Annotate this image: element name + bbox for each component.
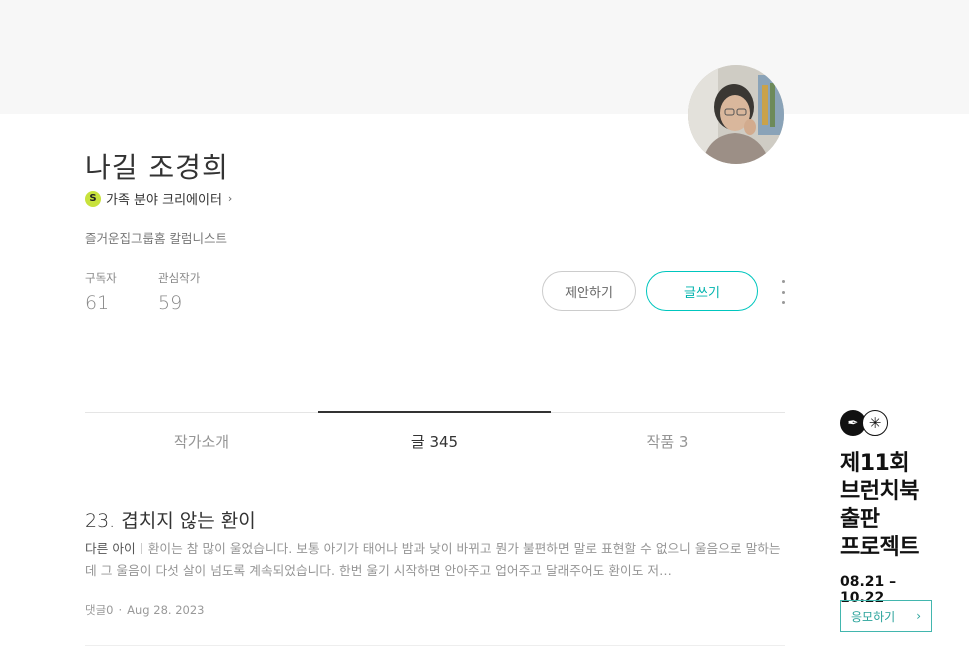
avatar[interactable]	[688, 65, 784, 164]
post-excerpt-text: 환이는 참 많이 울었습니다. 보통 아기가 태어나 밤과 낮이 바뀌고 뭔가 …	[85, 541, 781, 578]
post-title[interactable]: 23. 겹치지 않는 환이	[85, 506, 256, 533]
tab-author-intro[interactable]: 작가소개	[85, 431, 318, 452]
post-meta: 댓글0 · Aug 28. 2023	[85, 602, 204, 618]
write-button[interactable]: 글쓰기	[646, 271, 758, 311]
cover-background	[0, 0, 969, 114]
chevron-right-icon: ›	[227, 192, 233, 205]
meta-dot: ·	[118, 603, 123, 617]
propose-button[interactable]: 제안하기	[542, 271, 636, 311]
more-options-icon[interactable]	[776, 280, 790, 304]
author-name: 나길 조경희	[85, 151, 229, 184]
brunchbook-banner[interactable]: ✒ ✳ 제11회 브런치북 출판 프로젝트 08.21 – 10.22 응모하기…	[840, 410, 940, 650]
post-excerpt[interactable]: 다른 아이 환이는 참 많이 울었습니다. 보통 아기가 태어나 밤과 낮이 바뀌…	[85, 538, 785, 582]
tab-works[interactable]: 작품 3	[551, 431, 784, 452]
brunch-logo: ✒ ✳	[840, 410, 940, 436]
tag-divider	[140, 543, 142, 554]
sparkle-icon: ✳	[862, 410, 888, 436]
post-comments: 댓글0	[85, 603, 114, 617]
post-divider	[85, 645, 785, 646]
creator-badge-link[interactable]: S 가족 분야 크리에이터 ›	[85, 189, 232, 208]
author-bio: 즐거운집그룹홈 칼럼니스트	[85, 231, 227, 246]
following-stat[interactable]: 관심작가 59	[158, 270, 200, 314]
post-magazine-tag[interactable]: 다른 아이	[85, 541, 136, 556]
active-tab-indicator	[318, 411, 551, 413]
creator-label: 가족 분야 크리에이터	[106, 193, 222, 208]
subscriber-label: 구독자	[85, 271, 117, 285]
chevron-right-icon: ›	[916, 609, 921, 623]
apply-label: 응모하기	[851, 609, 896, 624]
subscriber-stat[interactable]: 구독자 61	[85, 270, 117, 314]
s-badge-icon: S	[85, 190, 101, 207]
following-count: 59	[158, 292, 183, 314]
banner-headline: 제11회 브런치북 출판 프로젝트	[840, 451, 919, 560]
following-label: 관심작가	[158, 271, 201, 285]
post-date: Aug 28. 2023	[127, 603, 205, 617]
subscriber-count: 61	[85, 292, 110, 314]
apply-button[interactable]: 응모하기 ›	[840, 600, 932, 632]
avatar-photo	[688, 65, 784, 164]
tab-posts[interactable]: 글 345	[318, 431, 551, 452]
